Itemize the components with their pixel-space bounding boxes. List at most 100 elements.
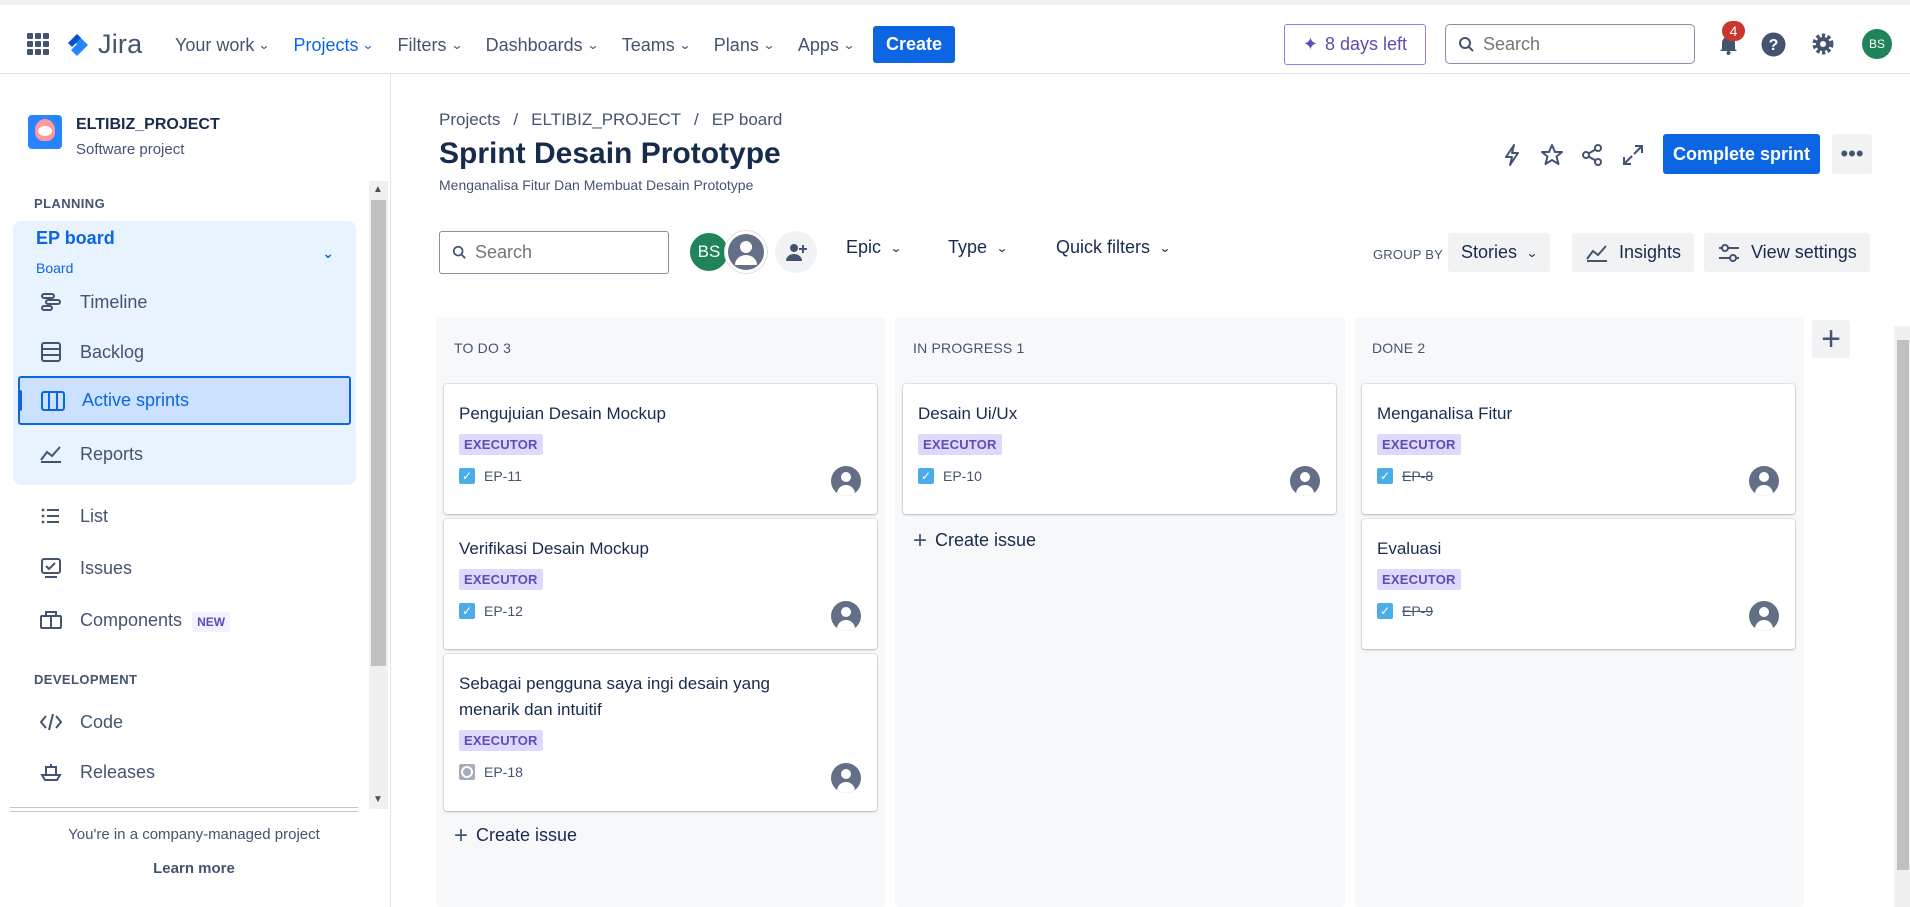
issue-key-row: ✓ EP-9 [1377, 603, 1433, 619]
nav-plans-label: Plans [713, 34, 759, 55]
chevron-down-icon[interactable]: ⌄ [322, 245, 334, 262]
nav-filters[interactable]: Filters ⌄ [386, 17, 474, 73]
issue-card[interactable]: Menganalisa Fitur EXECUTOR ✓ EP-8 [1362, 384, 1795, 514]
insights-chart-icon [1586, 244, 1607, 262]
issue-card[interactable]: Desain Ui/Ux EXECUTOR ✓ EP-10 [903, 384, 1336, 514]
sidebar-item-backlog[interactable]: Backlog [18, 330, 351, 374]
create-issue-label: Create issue [935, 530, 1037, 550]
issue-key: EP-11 [484, 468, 522, 484]
quick-filters-label: Quick filters [1056, 237, 1151, 257]
settings-gear-icon[interactable] [1809, 30, 1837, 58]
create-issue-button[interactable]: + Create issue [454, 821, 577, 849]
project-header[interactable]: ELTIBIZ_PROJECT Software project [28, 115, 220, 158]
trial-days-left-button[interactable]: ✦ 8 days left [1284, 24, 1426, 65]
scroll-up-arrow-icon[interactable]: ▲ [373, 184, 383, 195]
nav-apps[interactable]: Apps ⌄ [786, 17, 866, 73]
sidebar-item-releases[interactable]: Releases [18, 750, 351, 794]
assignee-avatar[interactable] [1290, 466, 1320, 496]
subtask-icon [459, 764, 475, 780]
project-sidebar: ELTIBIZ_PROJECT Software project PLANNIN… [0, 74, 391, 907]
top-search-field[interactable] [1445, 24, 1695, 64]
epic-label: EXECUTOR [459, 730, 543, 751]
board-search-field[interactable] [439, 231, 669, 274]
issue-card[interactable]: Pengujuian Desain Mockup EXECUTOR ✓ EP-11 [444, 384, 877, 514]
chevron-down-icon: ⌄ [450, 38, 463, 52]
board-search-input[interactable] [475, 242, 655, 263]
nav-projects[interactable]: Projects ⌄ [281, 17, 385, 79]
assignee-filter-avatar-unassigned[interactable] [725, 231, 767, 273]
assignee-avatar[interactable] [831, 466, 861, 496]
chevron-down-icon: ⌄ [995, 240, 1009, 255]
plus-icon: + [913, 526, 928, 554]
learn-more-link[interactable]: Learn more [0, 860, 388, 877]
group-by-dropdown[interactable]: Stories ⌄ [1448, 233, 1551, 272]
issue-card[interactable]: Verifikasi Desain Mockup EXECUTOR ✓ EP-12 [444, 519, 877, 649]
epic-filter-label: Epic [846, 237, 882, 257]
type-filter-dropdown[interactable]: Type ⌄ [948, 237, 1009, 258]
assignee-avatar[interactable] [831, 763, 861, 793]
plus-icon: + [454, 821, 469, 849]
issue-card[interactable]: Evaluasi EXECUTOR ✓ EP-9 [1362, 519, 1795, 649]
create-button[interactable]: Create [873, 26, 955, 63]
sidebar-item-list[interactable]: List [18, 494, 351, 538]
assignee-avatar[interactable] [1749, 601, 1779, 631]
breadcrumb-board[interactable]: EP board [712, 110, 783, 130]
nav-your-work-label: Your work [175, 34, 255, 55]
create-issue-button[interactable]: + Create issue [913, 526, 1037, 554]
nav-dashboards[interactable]: Dashboards ⌄ [474, 17, 610, 73]
insights-button[interactable]: Insights [1572, 233, 1695, 272]
add-people-button[interactable] [775, 231, 817, 273]
quick-filters-dropdown[interactable]: Quick filters ⌄ [1056, 237, 1171, 258]
more-actions-button[interactable]: ••• [1832, 134, 1872, 174]
breadcrumb-separator: / [513, 110, 519, 129]
view-settings-label: View settings [1751, 242, 1857, 262]
sidebar-item-active-sprints[interactable]: Active sprints [18, 376, 351, 425]
board-column-done: DONE 2 Menganalisa Fitur EXECUTOR ✓ EP-8 … [1354, 317, 1804, 907]
sprint-goal: Menganalisa Fitur Dan Membuat Desain Pro… [439, 177, 754, 193]
sidebar-item-label: Backlog [80, 341, 145, 362]
components-label: Components [80, 609, 183, 630]
sidebar-scrollbar-thumb[interactable] [371, 200, 386, 666]
issue-card[interactable]: Sebagai pengguna saya ingi desain yang m… [444, 654, 877, 811]
chevron-down-icon: ⌄ [889, 240, 903, 255]
issue-key: EP-12 [484, 603, 523, 619]
automation-lightning-icon[interactable] [1497, 140, 1527, 170]
sidebar-item-components[interactable]: Components NEW [18, 598, 351, 642]
board-scrollbar-thumb[interactable] [1897, 340, 1909, 870]
ep-board-selector[interactable]: EP board Board ⌄ [23, 228, 345, 280]
sidebar-item-label: Components NEW [80, 609, 231, 632]
scroll-down-arrow-icon[interactable]: ▼ [373, 794, 383, 805]
breadcrumb-projects[interactable]: Projects [439, 110, 500, 130]
chevron-down-icon: ⌄ [586, 38, 599, 52]
nav-your-work[interactable]: Your work ⌄ [163, 17, 281, 73]
assignee-filter-avatar-bs[interactable]: BS [688, 231, 730, 273]
help-icon[interactable]: ? [1759, 30, 1787, 58]
task-checkbox-icon: ✓ [459, 603, 475, 619]
add-column-plus-icon[interactable]: + [1812, 320, 1850, 358]
board-main-area: Projects / ELTIBIZ_PROJECT / EP board Sp… [392, 74, 1910, 907]
fullscreen-expand-icon[interactable] [1618, 140, 1648, 170]
nav-teams[interactable]: Teams ⌄ [610, 17, 702, 73]
reports-chart-icon [38, 442, 63, 467]
jira-logo[interactable]: Jira [64, 29, 142, 60]
sidebar-item-reports[interactable]: Reports [18, 432, 351, 476]
task-checkbox-icon: ✓ [918, 468, 934, 484]
nav-plans[interactable]: Plans ⌄ [702, 17, 786, 73]
app-switcher-icon[interactable] [27, 33, 49, 55]
sidebar-item-label: Issues [80, 557, 133, 578]
view-settings-button[interactable]: View settings [1704, 233, 1870, 272]
breadcrumb: Projects / ELTIBIZ_PROJECT / EP board [439, 110, 782, 130]
complete-sprint-button[interactable]: Complete sprint [1663, 134, 1820, 174]
sidebar-item-code[interactable]: Code [18, 700, 351, 744]
breadcrumb-project[interactable]: ELTIBIZ_PROJECT [531, 110, 681, 130]
assignee-avatar[interactable] [831, 601, 861, 631]
user-avatar[interactable]: BS [1862, 29, 1892, 59]
share-icon[interactable] [1577, 140, 1607, 170]
sidebar-item-timeline[interactable]: Timeline [18, 280, 351, 324]
assignee-avatar[interactable] [1749, 466, 1779, 496]
top-search-input[interactable] [1483, 33, 1683, 55]
sidebar-item-issues[interactable]: Issues [18, 546, 351, 590]
notification-count-badge: 4 [1722, 21, 1745, 41]
star-icon[interactable] [1537, 140, 1567, 170]
epic-filter-dropdown[interactable]: Epic ⌄ [846, 237, 903, 258]
